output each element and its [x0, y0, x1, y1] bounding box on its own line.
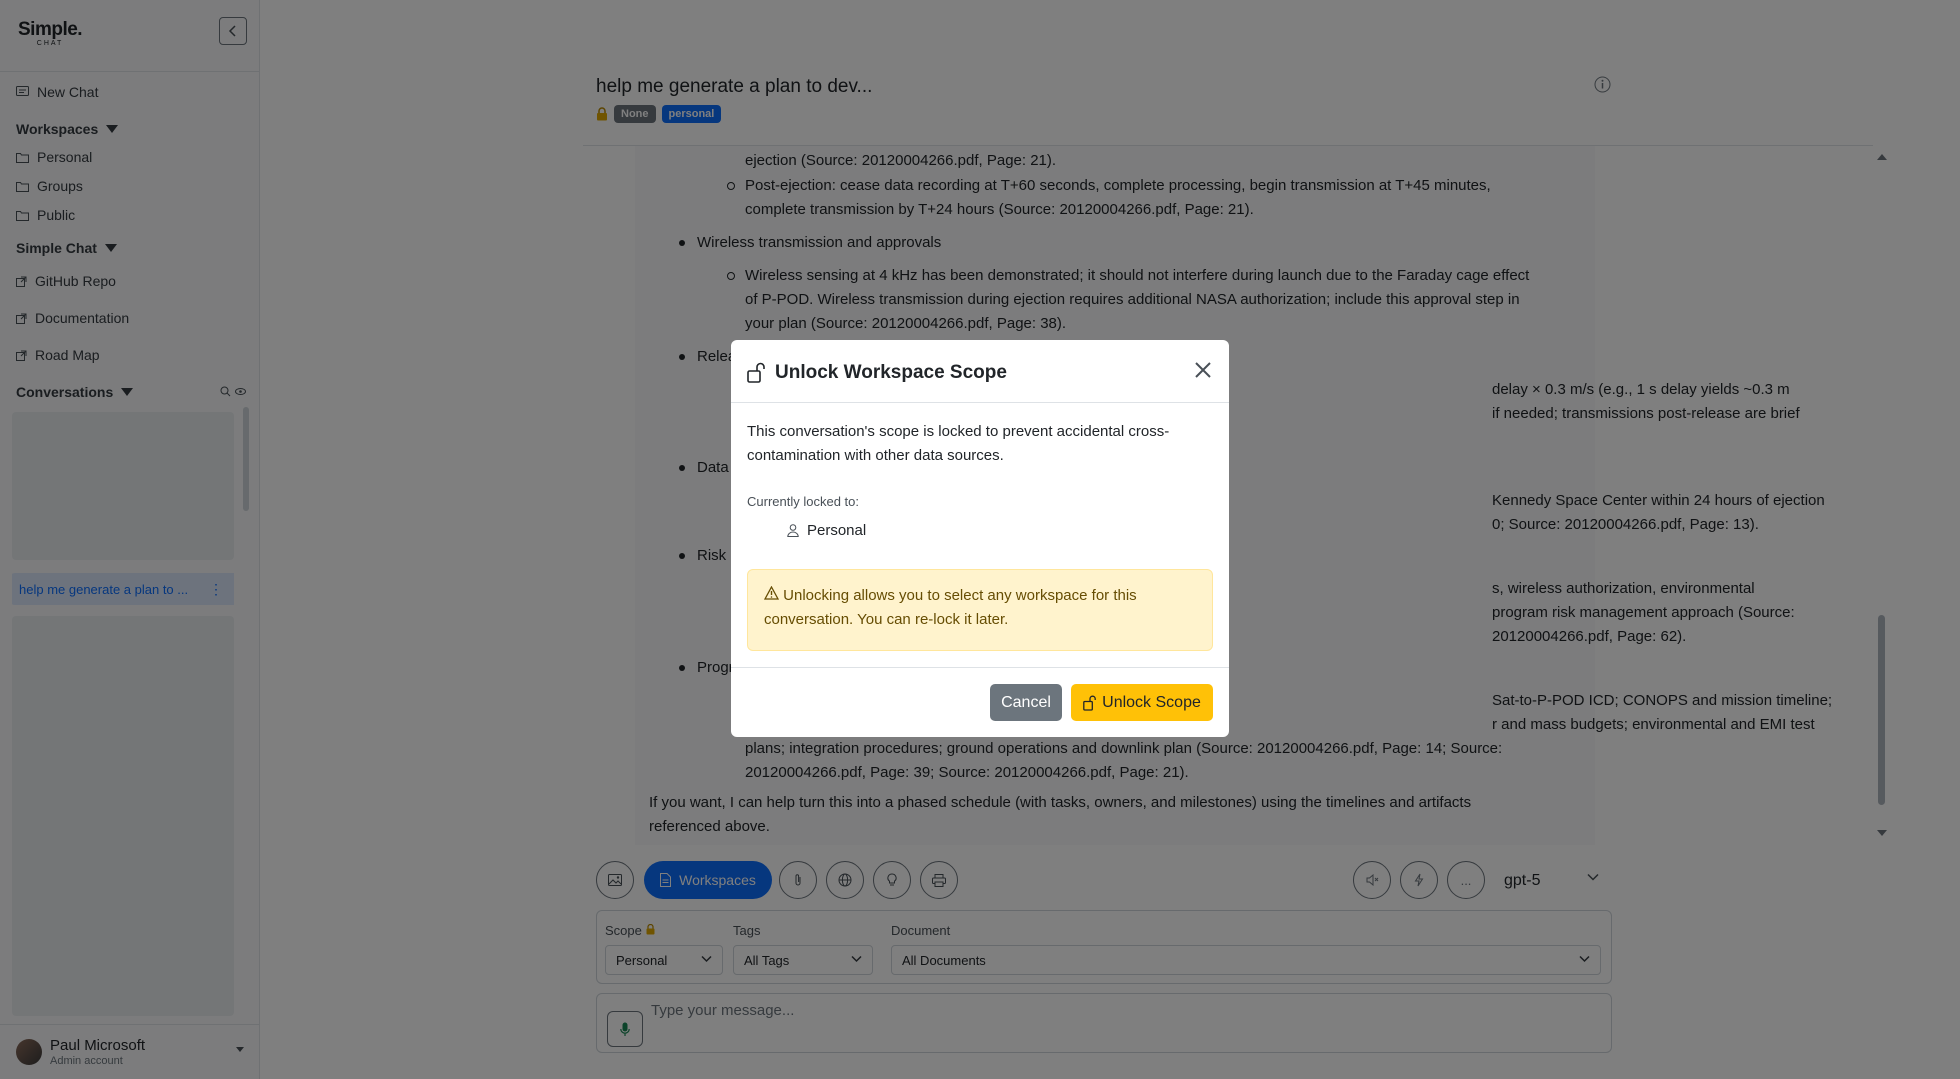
unlock-icon [747, 362, 765, 383]
unlock-scope-modal: Unlock Workspace Scope This conversation… [731, 340, 1229, 737]
locked-scope-name: Personal [807, 522, 867, 539]
modal-header: Unlock Workspace Scope [731, 340, 1229, 403]
alert-line2: conversation. You can re-lock it later. [764, 611, 1009, 628]
unlock-scope-label: Unlock Scope [1102, 693, 1201, 711]
warning-triangle-icon [763, 585, 780, 600]
modal-body: This conversation's scope is locked to p… [747, 420, 1213, 651]
modal-description-line2: contamination with other data sources. [747, 447, 1004, 464]
modal-footer: Cancel Unlock Scope [731, 667, 1229, 737]
modal-description-line1: This conversation's scope is locked to p… [747, 423, 1170, 440]
unlock-icon [1083, 695, 1096, 711]
person-icon [787, 524, 799, 537]
close-icon[interactable] [1194, 361, 1212, 379]
currently-locked-label: Currently locked to: [747, 494, 859, 509]
modal-title: Unlock Workspace Scope [775, 362, 1007, 383]
alert-line1: Unlocking allows you to select any works… [783, 587, 1137, 604]
unlock-scope-button[interactable]: Unlock Scope [1071, 684, 1213, 721]
locked-scope-item: Personal [787, 522, 866, 539]
warning-alert: Unlocking allows you to select any works… [747, 569, 1213, 651]
cancel-button[interactable]: Cancel [990, 684, 1062, 721]
alert-line1-wrap: Unlocking allows you to select any works… [763, 584, 1196, 608]
